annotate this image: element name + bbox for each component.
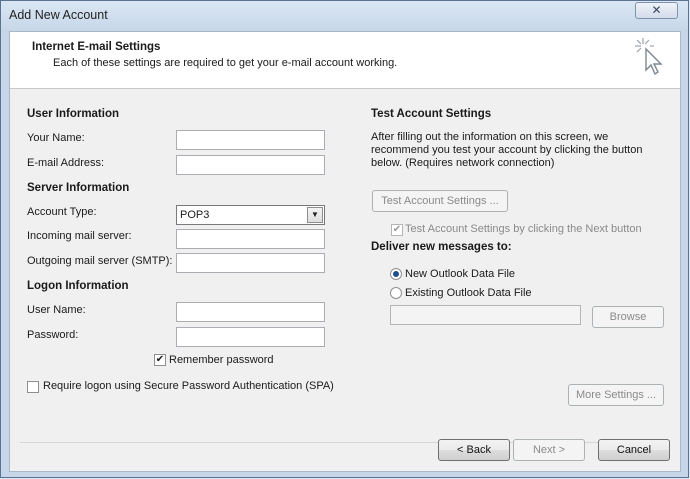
email-label: E-mail Address: [27,157,105,169]
test-next-label: Test Account Settings by clicking the Ne… [405,223,642,235]
spa-label: Require logon using Secure Password Auth… [43,380,334,392]
close-icon: ✕ [651,3,662,17]
user-info-heading: User Information [27,108,120,120]
server-info-heading: Server Information [27,182,130,194]
password-label: Password: [27,329,79,341]
your-name-input[interactable] [176,130,325,150]
window-title: Add New Account [9,8,108,22]
existing-data-file-label: Existing Outlook Data File [405,287,532,299]
new-data-file-radio[interactable] [390,268,402,280]
existing-file-path-input[interactable] [390,305,581,325]
remember-password-label: Remember password [169,354,274,366]
back-button[interactable]: < Back [438,439,510,461]
your-name-label: Your Name: [27,132,85,144]
new-data-file-label: New Outlook Data File [405,268,516,280]
dialog-client-area: Internet E-mail Settings Each of these s… [9,31,681,472]
close-button[interactable]: ✕ [635,2,678,19]
header-subtitle: Each of these settings are required to g… [53,57,398,69]
outgoing-server-input[interactable] [176,253,325,273]
existing-data-file-radio[interactable] [390,287,402,299]
cursor-sparkle-icon [635,38,663,76]
account-type-value: POP3 [180,209,210,221]
username-label: User Name: [27,304,86,316]
remember-password-checkbox[interactable]: ✔ [154,354,166,366]
test-next-checkbox[interactable]: ✔ [391,224,403,236]
outgoing-server-label: Outgoing mail server (SMTP): [27,255,173,267]
browse-button[interactable]: Browse [592,306,664,328]
username-input[interactable] [176,302,325,322]
logon-info-heading: Logon Information [27,280,129,292]
header-band: Internet E-mail Settings Each of these s… [10,32,680,89]
account-type-label: Account Type: [27,206,97,218]
test-account-settings-button[interactable]: Test Account Settings ... [372,190,508,212]
header-title: Internet E-mail Settings [32,41,161,53]
password-input[interactable] [176,327,325,347]
account-type-select[interactable]: POP3 ▼ [176,205,325,225]
cancel-button[interactable]: Cancel [598,439,670,461]
chevron-down-icon[interactable]: ▼ [307,207,323,223]
email-input[interactable] [176,155,325,175]
test-settings-description: After filling out the information on thi… [371,131,643,169]
more-settings-button[interactable]: More Settings ... [568,384,664,406]
spa-checkbox[interactable] [27,381,39,393]
add-account-window: Add New Account ✕ Internet E-mail Settin… [0,0,689,478]
title-bar[interactable]: Add New Account ✕ [1,1,688,29]
deliver-heading: Deliver new messages to: [371,241,512,253]
incoming-server-input[interactable] [176,229,325,249]
next-button[interactable]: Next > [513,439,585,461]
incoming-server-label: Incoming mail server: [27,230,132,242]
test-settings-heading: Test Account Settings [371,108,492,120]
